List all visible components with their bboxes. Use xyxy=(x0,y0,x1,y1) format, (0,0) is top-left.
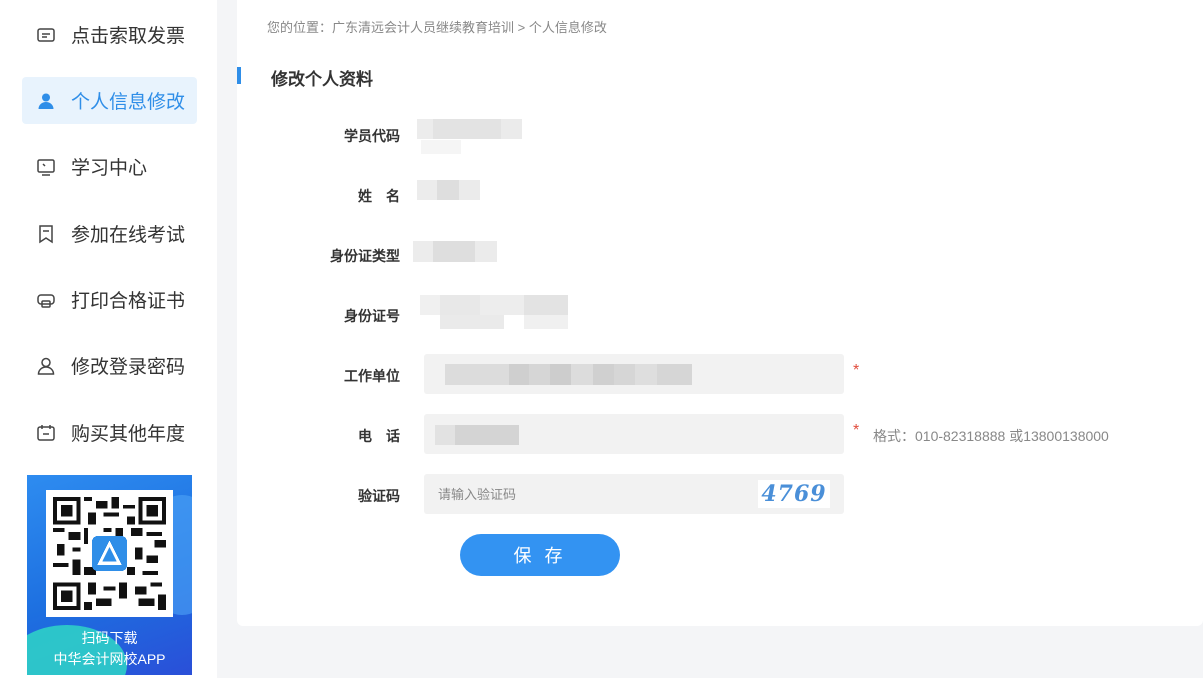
title-accent-bar xyxy=(237,67,241,84)
promo-caption-line1: 扫码下载 xyxy=(81,630,138,646)
sidebar-item-label: 购买其他年度 xyxy=(71,424,186,445)
workplace-label: 工作单位 xyxy=(344,368,400,384)
qr-code xyxy=(46,490,173,617)
promo-caption-line2: 中华会计网校APP xyxy=(53,651,166,667)
user-icon xyxy=(35,355,57,377)
app-download-promo: 扫码下载 中华会计网校APP xyxy=(27,475,192,675)
page-title: 修改个人资料 xyxy=(271,70,373,89)
sidebar-item-label: 学习中心 xyxy=(71,158,148,179)
id-type-label: 身份证类型 xyxy=(330,248,400,264)
sidebar-item-invoice[interactable]: 点击索取发票 xyxy=(22,11,197,58)
captcha-label: 验证码 xyxy=(358,488,400,504)
captcha-image[interactable]: 4769 xyxy=(758,480,830,508)
save-button[interactable]: 保 存 xyxy=(460,534,620,576)
monitor-icon xyxy=(35,156,57,178)
name-label: 姓 名 xyxy=(358,188,400,204)
required-mark: * xyxy=(853,362,860,379)
breadcrumb: 您的位置：广东清远会计人员继续教育培训 > 个人信息修改 xyxy=(267,20,607,35)
cart-icon xyxy=(35,422,57,444)
sidebar-item-label: 点击索取发票 xyxy=(71,26,186,47)
student-code-label: 学员代码 xyxy=(344,128,400,144)
phone-label: 电 话 xyxy=(358,428,400,444)
phone-input[interactable] xyxy=(424,414,844,454)
sidebar-item-print-certificate[interactable]: 打印合格证书 xyxy=(22,276,197,323)
printer-icon xyxy=(35,289,57,311)
required-mark: * xyxy=(853,422,860,439)
sidebar-item-label: 打印合格证书 xyxy=(71,291,186,312)
sidebar-item-profile[interactable]: 个人信息修改 xyxy=(22,77,197,124)
exam-icon xyxy=(35,223,57,245)
sidebar-item-learning-center[interactable]: 学习中心 xyxy=(22,143,197,190)
user-icon xyxy=(35,90,57,112)
sidebar-item-label: 修改登录密码 xyxy=(71,357,186,378)
phone-format-hint: 格式：010-82318888 或13800138000 xyxy=(873,428,1109,444)
invoice-icon xyxy=(35,24,57,46)
sidebar-item-change-password[interactable]: 修改登录密码 xyxy=(22,342,197,389)
id-number-label: 身份证号 xyxy=(344,308,400,324)
main-panel: 您的位置：广东清远会计人员继续教育培训 > 个人信息修改 修改个人资料 学员代码… xyxy=(237,0,1203,626)
sidebar-item-online-exam[interactable]: 参加在线考试 xyxy=(22,210,197,257)
sidebar-item-buy-other-year[interactable]: 购买其他年度 xyxy=(22,409,197,456)
sidebar-item-label: 个人信息修改 xyxy=(71,92,186,113)
sidebar: 点击索取发票 个人信息修改 学习中心 参加在线考试 打印合格证书 修改登录密码 xyxy=(0,0,217,678)
sidebar-item-label: 参加在线考试 xyxy=(71,225,186,246)
workplace-input[interactable] xyxy=(424,354,844,394)
